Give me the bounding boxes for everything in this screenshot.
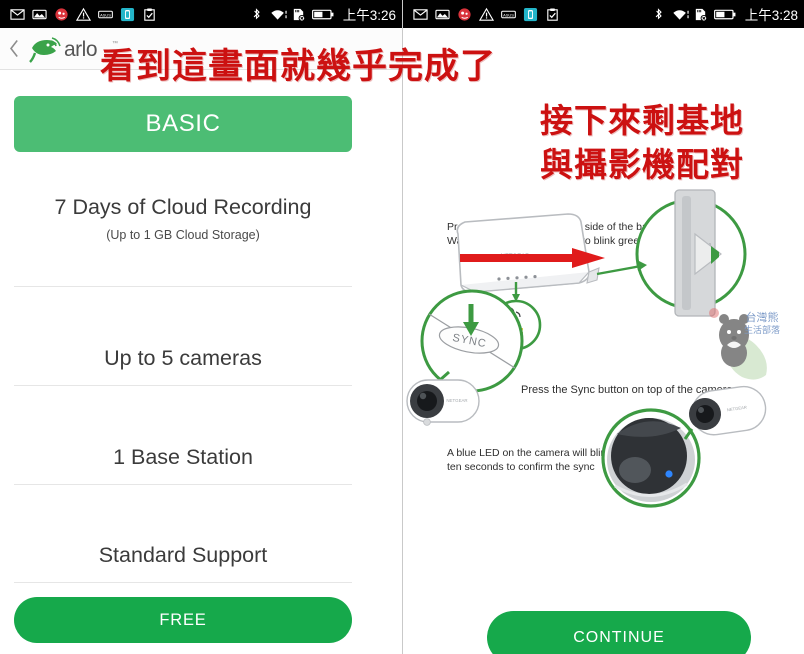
arlo-bird-mark	[29, 36, 61, 63]
plan-feature-0: 7 Days of Cloud Recording (Up to 1 GB Cl…	[14, 195, 352, 242]
wifi-icon	[270, 7, 287, 22]
wifi-icon	[672, 7, 689, 22]
svg-text:NETGEAR: NETGEAR	[446, 398, 467, 403]
status-bar-right-icons: ASUS	[413, 7, 560, 22]
svg-text:arlo: arlo	[64, 38, 97, 61]
plan-feature-sub: (Up to 1 GB Cloud Storage)	[106, 227, 260, 242]
plan-feature-2: 1 Base Station	[14, 445, 352, 470]
plan-feature-divider	[14, 286, 352, 287]
camera-blue-led-callout	[601, 408, 701, 508]
svg-text:ASUS: ASUS	[100, 12, 111, 17]
sd-card-icon	[693, 7, 708, 22]
plan-feature-title: 7 Days of Cloud Recording	[54, 195, 312, 219]
wearable-blue-icon	[523, 7, 538, 22]
battery-icon	[311, 7, 334, 22]
plan-feature-divider	[14, 385, 352, 386]
status-bar-system-icons: 上午3:28	[651, 4, 798, 24]
battery-icon	[713, 7, 736, 22]
clipboard-check-icon	[545, 7, 560, 22]
gmail-icon	[10, 7, 25, 22]
bluetooth-icon	[249, 7, 264, 22]
status-bar-clock: 上午3:26	[342, 8, 396, 23]
plan-feature-divider	[14, 582, 352, 583]
sd-card-icon	[291, 7, 306, 22]
annotation-headline: 看到這畫面就幾乎完成了	[100, 47, 497, 86]
camera-sync-button-callout: SYNC	[420, 289, 524, 394]
notification-red-icon	[54, 7, 69, 22]
plan-banner: BASIC	[14, 96, 352, 152]
back-chevron-icon[interactable]	[6, 37, 22, 61]
left-phone-screen: ASUS 上午3:26 arlo ™ BASIC 7 Days of Cloud…	[0, 0, 402, 654]
annotation-right-line-2: 與攝影機配對	[540, 146, 744, 183]
base-station-side-callout: SYNC	[635, 189, 747, 317]
gmail-icon	[413, 7, 428, 22]
clipboard-check-icon	[142, 7, 157, 22]
plan-feature-3: Standard Support	[14, 543, 352, 568]
plan-banner-label: BASIC	[145, 110, 221, 137]
warning-triangle-icon	[479, 7, 494, 22]
status-bar-right: ASUS 上午3:28	[403, 0, 804, 28]
asus-icon: ASUS	[98, 7, 113, 22]
annotation-right-line-1: 接下來剩基地	[540, 102, 744, 139]
status-bar-system-icons: 上午3:26	[249, 4, 396, 24]
photos-icon	[32, 7, 47, 22]
wearable-blue-icon	[120, 7, 135, 22]
notification-red-icon	[457, 7, 472, 22]
screenshot-root: ASUS 上午3:26 arlo ™ BASIC 7 Days of Cloud…	[0, 0, 804, 654]
warning-triangle-icon	[76, 7, 91, 22]
continue-button[interactable]: CONTINUE	[487, 611, 751, 654]
free-plan-button[interactable]: FREE	[14, 597, 352, 643]
arlo-camera-side-graphic: NETGEAR	[406, 379, 480, 426]
arlo-camera-angled-graphic: NETGEAR	[689, 385, 767, 436]
annotation-red-arrow-icon	[460, 247, 605, 269]
plan-feature-1: Up to 5 cameras	[14, 346, 352, 371]
asus-icon: ASUS	[501, 7, 516, 22]
plan-feature-title: Standard Support	[98, 543, 268, 567]
svg-text:ASUS: ASUS	[503, 12, 514, 17]
sync-illustration: NETGEAR	[403, 186, 804, 516]
plan-card: BASIC 7 Days of Cloud Recording (Up to 1…	[0, 70, 402, 654]
status-bar-left: ASUS 上午3:26	[0, 0, 402, 28]
bluetooth-icon	[651, 7, 666, 22]
plan-feature-divider	[14, 484, 352, 485]
status-bar-left-icons: ASUS	[10, 7, 157, 22]
plan-feature-title: 1 Base Station	[113, 445, 253, 469]
photos-icon	[435, 7, 450, 22]
plan-feature-title: Up to 5 cameras	[104, 346, 262, 370]
status-bar-clock: 上午3:28	[744, 8, 798, 23]
